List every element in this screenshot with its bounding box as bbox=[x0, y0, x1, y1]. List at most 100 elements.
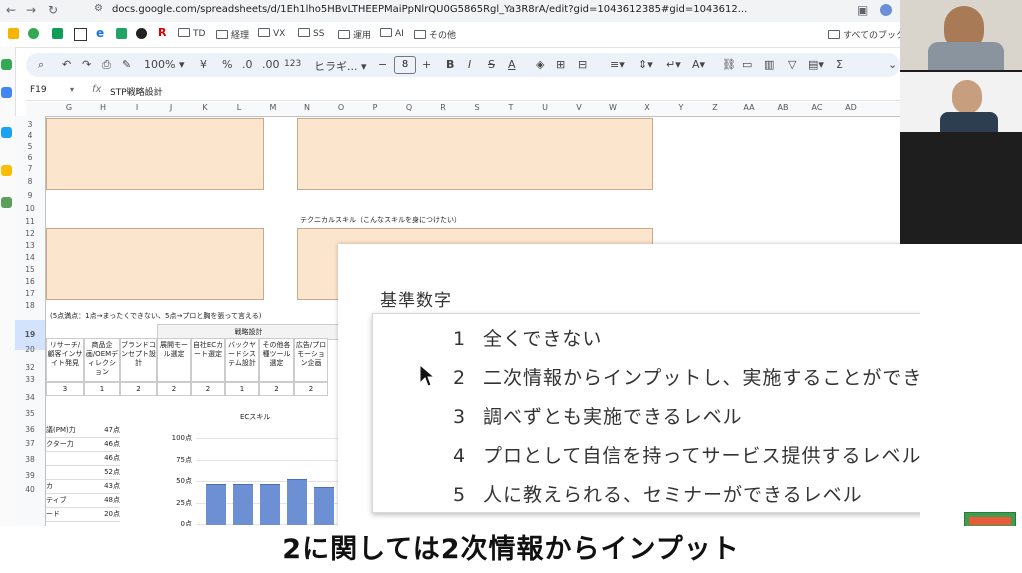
skill-score-cell[interactable]: 2 bbox=[120, 382, 157, 396]
skill-score-cell[interactable]: 1 bbox=[225, 382, 259, 396]
bookmark-folder-keiri[interactable]: 経理 bbox=[216, 28, 249, 41]
column-header-aa[interactable]: AA bbox=[732, 103, 766, 112]
skill-header-cell[interactable]: 自社ECカート選定 bbox=[191, 338, 225, 382]
column-header-p[interactable]: P bbox=[358, 103, 392, 112]
row-header-12[interactable]: 12 bbox=[15, 228, 45, 239]
column-header-ac[interactable]: AC bbox=[800, 103, 834, 112]
row-header-40[interactable]: 40 bbox=[15, 484, 45, 495]
text-rotation-icon[interactable]: A▾ bbox=[692, 58, 705, 71]
borders-icon[interactable]: ⊞ bbox=[556, 58, 565, 71]
fill-color-icon[interactable]: ◈ bbox=[536, 58, 544, 71]
column-header-q[interactable]: Q bbox=[392, 103, 426, 112]
chart-bar[interactable] bbox=[287, 479, 307, 525]
address-bar[interactable]: docs.google.com/spreadsheets/d/1Eh1lho5H… bbox=[112, 4, 747, 15]
skill-score-cell[interactable]: 2 bbox=[294, 382, 328, 396]
bookmark-folder-td[interactable]: TD bbox=[178, 28, 205, 39]
reload-icon[interactable]: ↻ bbox=[48, 3, 58, 17]
column-header-ad[interactable]: AD bbox=[834, 103, 868, 112]
bookmark-folder-ss[interactable]: SS bbox=[298, 28, 324, 39]
r-bookmark-icon[interactable]: R bbox=[158, 26, 166, 39]
row-header-7[interactable]: 7 bbox=[15, 163, 45, 174]
text-color-button[interactable]: A bbox=[508, 58, 516, 71]
redo-icon[interactable]: ↷ bbox=[82, 58, 91, 71]
filter-views-icon[interactable]: ▤▾ bbox=[808, 58, 824, 71]
name-box-dropdown-icon[interactable]: ▾ bbox=[70, 85, 74, 94]
column-header-l[interactable]: L bbox=[222, 103, 256, 112]
row-header-9[interactable]: 9 bbox=[15, 190, 45, 201]
row-header-33[interactable]: 33 bbox=[15, 374, 45, 385]
functions-icon[interactable]: Σ bbox=[836, 58, 843, 71]
formula-input[interactable]: STP戦略設計 bbox=[110, 85, 163, 98]
skill-score-cell[interactable]: 1 bbox=[84, 382, 120, 396]
comment-icon[interactable]: ▭ bbox=[742, 58, 752, 71]
row-header-20[interactable]: 20 bbox=[15, 344, 45, 355]
column-header-x[interactable]: X bbox=[630, 103, 664, 112]
row-header-5[interactable]: 5 bbox=[15, 141, 45, 152]
search-menus-icon[interactable]: ⌕ bbox=[38, 58, 44, 72]
profile-avatar[interactable] bbox=[880, 4, 892, 16]
skill-score-cell[interactable]: 2 bbox=[191, 382, 225, 396]
back-icon[interactable]: ← bbox=[6, 3, 16, 17]
column-header-z[interactable]: Z bbox=[698, 103, 732, 112]
column-header-w[interactable]: W bbox=[596, 103, 630, 112]
chart-bar[interactable] bbox=[233, 484, 253, 525]
bold-button[interactable]: B bbox=[446, 58, 454, 71]
skill-header-cell[interactable]: 展開モール選定 bbox=[157, 338, 191, 382]
row-header-3[interactable]: 3 bbox=[15, 119, 45, 130]
site-settings-icon[interactable]: ⚙ bbox=[94, 3, 103, 14]
merge-cells-icon[interactable]: ⊟ bbox=[578, 58, 587, 71]
row-header-17[interactable]: 17 bbox=[15, 288, 45, 299]
row-header-18[interactable]: 18 bbox=[15, 300, 45, 311]
ec-skill-chart[interactable]: 100点 75点 50点 25点 0点 bbox=[160, 430, 338, 528]
print-icon[interactable]: ⎙ bbox=[102, 58, 111, 72]
column-header-t[interactable]: T bbox=[494, 103, 528, 112]
chart-bar[interactable] bbox=[260, 484, 280, 525]
link-icon[interactable]: ⛓ bbox=[722, 58, 736, 71]
column-header-g[interactable]: G bbox=[52, 103, 86, 112]
bookmark-icon[interactable] bbox=[52, 28, 63, 39]
skill-score-cell[interactable]: 2 bbox=[259, 382, 294, 396]
extension-icon[interactable] bbox=[1, 59, 12, 70]
skill-header-cell[interactable]: 商品企画/OEMディレクション bbox=[84, 338, 120, 382]
vertical-align-icon[interactable]: ⇕▾ bbox=[638, 58, 653, 71]
extension-icon[interactable] bbox=[1, 87, 12, 98]
skill-score-cell[interactable]: 3 bbox=[46, 382, 84, 396]
bookmark-icon[interactable] bbox=[116, 28, 127, 39]
column-header-j[interactable]: J bbox=[154, 103, 188, 112]
font-size-decrease-button[interactable]: − bbox=[378, 58, 387, 71]
bookmark-icon[interactable] bbox=[28, 28, 39, 39]
peach-text-box[interactable] bbox=[297, 118, 653, 190]
skill-header-cell[interactable]: その他各種ツール選定 bbox=[259, 338, 294, 382]
currency-format-button[interactable]: ¥ bbox=[200, 58, 207, 71]
row-header-16[interactable]: 16 bbox=[15, 276, 45, 287]
peach-text-box[interactable] bbox=[46, 228, 264, 300]
sidebar-toggle-icon[interactable]: ▣ bbox=[857, 3, 868, 17]
row-header-39[interactable]: 39 bbox=[15, 470, 45, 481]
column-header-ab[interactable]: AB bbox=[766, 103, 800, 112]
skill-header-cell[interactable]: ブランドコンセプト設計 bbox=[120, 338, 157, 382]
decrease-decimal-button[interactable]: .0 bbox=[242, 58, 253, 71]
bookmark-folder-unyou[interactable]: 運用 bbox=[338, 28, 371, 41]
column-header-h[interactable]: H bbox=[86, 103, 120, 112]
forward-icon[interactable]: → bbox=[26, 3, 36, 17]
sheets-bookmark-icon[interactable] bbox=[8, 28, 19, 39]
row-header-32[interactable]: 32 bbox=[15, 362, 45, 373]
undo-icon[interactable]: ↶ bbox=[62, 58, 71, 71]
column-header-s[interactable]: S bbox=[460, 103, 494, 112]
bookmark-folder-other[interactable]: その他 bbox=[414, 28, 456, 41]
skill-header-cell[interactable]: バックヤードシステム設計 bbox=[225, 338, 259, 382]
italic-button[interactable]: I bbox=[468, 58, 471, 71]
edge-bookmark-icon[interactable]: e bbox=[96, 26, 104, 40]
paint-format-icon[interactable]: ✎ bbox=[122, 58, 131, 71]
skill-score-cell[interactable]: 2 bbox=[157, 382, 191, 396]
bookmark-icon[interactable] bbox=[74, 28, 87, 41]
column-header-i[interactable]: I bbox=[120, 103, 154, 112]
column-header-y[interactable]: Y bbox=[664, 103, 698, 112]
chart-bar[interactable] bbox=[314, 487, 334, 525]
more-toolbar-icon[interactable]: ⌄ bbox=[888, 58, 897, 71]
strikethrough-button[interactable]: S bbox=[488, 58, 495, 71]
skill-header-cell[interactable]: 広告/プロモーション企画 bbox=[294, 338, 328, 382]
row-header-13[interactable]: 13 bbox=[15, 240, 45, 251]
filter-icon[interactable]: ▽ bbox=[788, 58, 796, 71]
zoom-select[interactable]: 100% ▾ bbox=[144, 58, 184, 71]
